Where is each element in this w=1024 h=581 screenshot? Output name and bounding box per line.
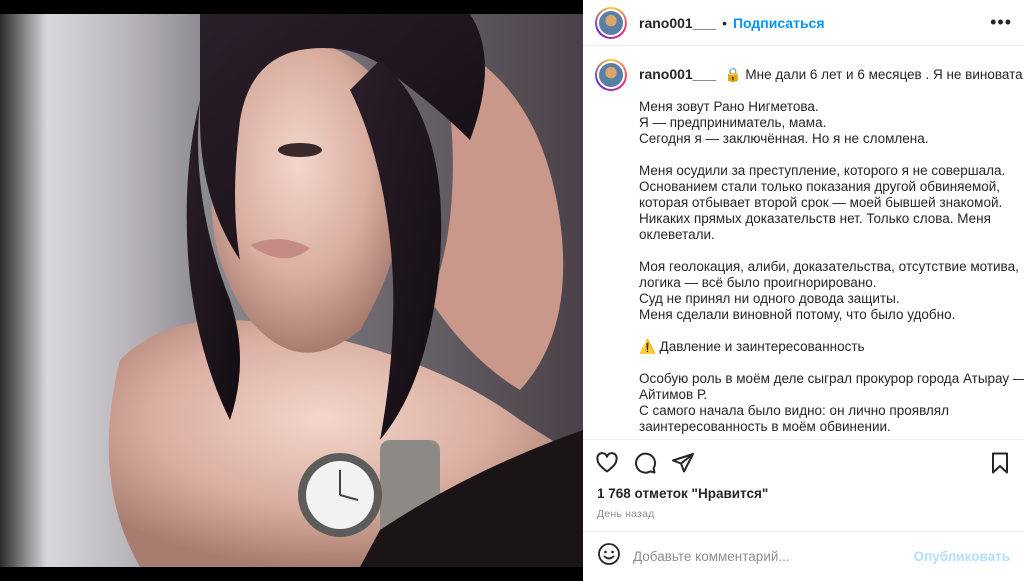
caption-paragraph: Моя геолокация, алиби, доказательства, о…	[639, 259, 1024, 323]
comment-bar: Опубликовать	[583, 531, 1024, 581]
caption-line: Сегодня я — заключённая. Но я не сломлен…	[639, 131, 929, 146]
post-photo[interactable]	[0, 0, 583, 581]
caption-line: Никаких прямых доказательств нет. Только…	[639, 211, 991, 226]
share-icon[interactable]	[671, 451, 695, 475]
post-side-panel: rano001___ • Подписаться ••• rano001___ …	[583, 0, 1024, 581]
caption-line: Особую роль в моём деле сыграл прокурор …	[639, 371, 1024, 386]
lock-icon: 🔒	[724, 67, 742, 82]
post-timestamp[interactable]: День назад	[583, 504, 1024, 528]
caption-line: оклеветали.	[639, 227, 715, 242]
caption-paragraph: Меня зовут Рано Нигметова. Я — предприни…	[639, 99, 1024, 147]
caption-line: Основанием стали только показания другой…	[639, 179, 1001, 194]
caption-line: заинтересованность в моём обвинении.	[639, 419, 891, 434]
caption-line: Меня зовут Рано Нигметова.	[639, 99, 819, 114]
caption-row: rano001___ 🔒 Мне дали 6 лет и 6 месяцев …	[595, 58, 1024, 435]
author-username[interactable]: rano001___	[639, 15, 716, 31]
author-avatar[interactable]	[595, 6, 627, 39]
publish-button[interactable]: Опубликовать	[914, 549, 1010, 564]
likes-count[interactable]: 1 768 отметок "Нравится"	[583, 486, 1024, 504]
caption-line: С самого начала было видно: он лично про…	[639, 403, 949, 418]
caption-line: Я — предприниматель, мама.	[639, 115, 827, 130]
instagram-post-view: rano001___ • Подписаться ••• rano001___ …	[0, 0, 1024, 581]
caption-line: логика — всё было проигнорировано.	[639, 275, 877, 290]
caption-headline-line: rano001___ 🔒 Мне дали 6 лет и 6 месяцев …	[639, 66, 1024, 83]
follow-button[interactable]: Подписаться	[733, 15, 825, 31]
caption-paragraph: Меня осудили за преступление, которого я…	[639, 163, 1024, 243]
caption-username[interactable]: rano001___	[639, 66, 716, 82]
caption-area: rano001___ 🔒 Мне дали 6 лет и 6 месяцев …	[583, 46, 1024, 440]
caption-section-heading: ⚠️ Давление и заинтересованность	[639, 339, 865, 354]
caption-line: Меня сделали виновной потому, что было у…	[639, 307, 956, 322]
caption-text: rano001___ 🔒 Мне дали 6 лет и 6 месяцев …	[639, 58, 1024, 435]
comment-input[interactable]	[633, 549, 914, 564]
caption-line: Айтимов Р.	[639, 387, 708, 402]
caption-paragraph: Особую роль в моём деле сыграл прокурор …	[639, 371, 1024, 435]
caption-headline: Мне дали 6 лет и 6 месяцев . Я не винова…	[745, 67, 1024, 82]
post-header: rano001___ • Подписаться •••	[583, 0, 1024, 46]
bookmark-icon[interactable]	[988, 451, 1012, 475]
comment-icon[interactable]	[633, 451, 657, 475]
header-separator: •	[722, 14, 727, 31]
caption-line: которая отбывает второй срок — моей бывш…	[639, 195, 1003, 210]
more-options-icon[interactable]: •••	[990, 12, 1012, 33]
caption-line: Меня осудили за преступление, которого я…	[639, 163, 1006, 178]
caption-line: Моя геолокация, алиби, доказательства, о…	[639, 259, 1019, 274]
heart-icon[interactable]	[595, 451, 619, 475]
caption-avatar[interactable]	[595, 59, 627, 91]
caption-paragraph: ⚠️ Давление и заинтересованность	[639, 339, 1024, 355]
emoji-icon[interactable]	[597, 542, 621, 571]
post-actions	[583, 440, 1024, 486]
caption-line: Суд не принял ни одного довода защиты.	[639, 291, 900, 306]
